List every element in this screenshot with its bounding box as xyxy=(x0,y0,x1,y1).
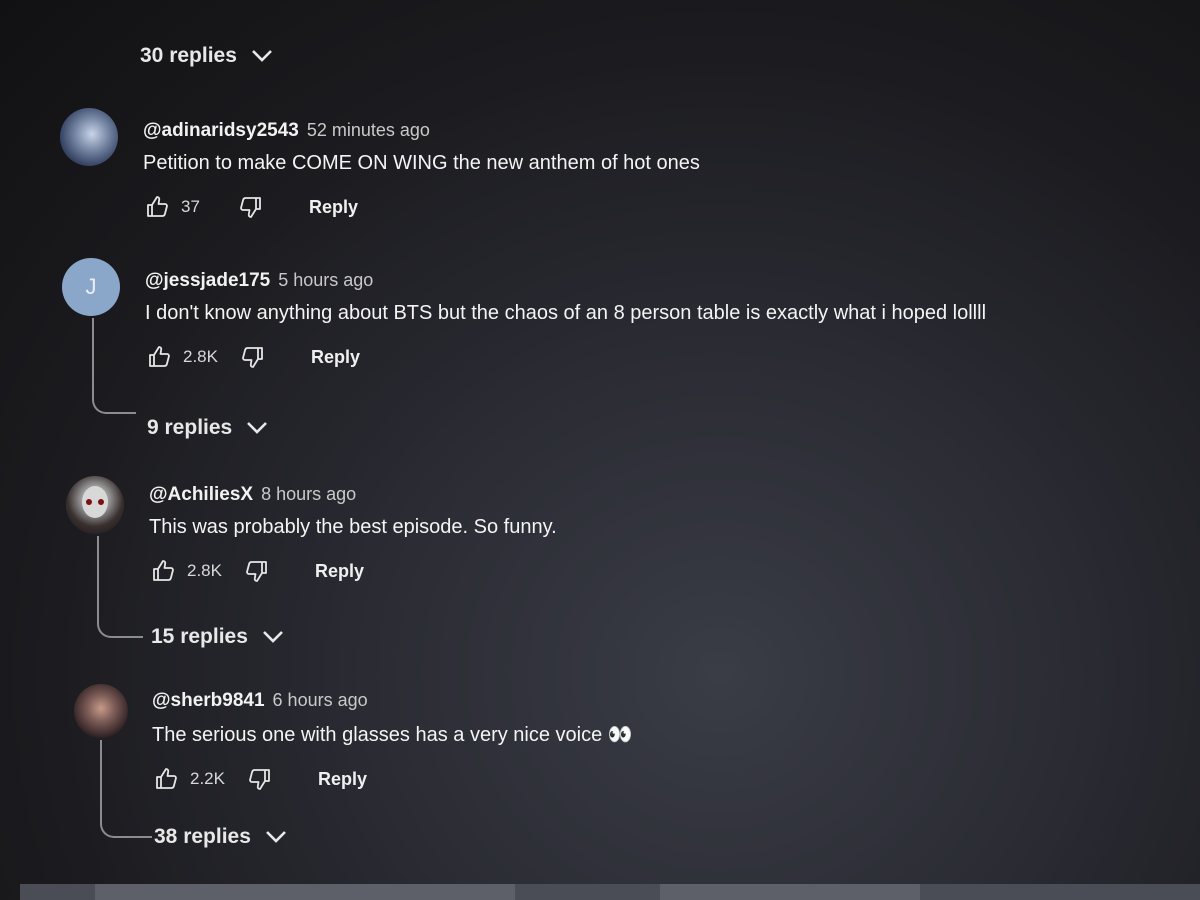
thumbs-down-icon[interactable] xyxy=(239,195,263,219)
thread-line xyxy=(92,318,136,414)
comment: @AchiliesX 8 hours ago This was probably… xyxy=(149,484,557,583)
replies-count: 15 replies xyxy=(151,625,248,648)
avatar-image xyxy=(82,486,108,518)
comment-timestamp[interactable]: 6 hours ago xyxy=(273,690,368,711)
taskbar-item[interactable] xyxy=(660,884,920,900)
comment-author[interactable]: @AchiliesX xyxy=(149,484,253,506)
comment: @adinaridsy2543 52 minutes ago Petition … xyxy=(143,120,700,219)
replies-count: 38 replies xyxy=(154,825,251,848)
thumbs-up-icon[interactable] xyxy=(145,195,169,219)
chevron-down-icon xyxy=(247,422,268,434)
comment-text: The serious one with glasses has a very … xyxy=(152,724,633,746)
comment-timestamp[interactable]: 5 hours ago xyxy=(278,270,373,291)
replies-toggle[interactable]: 30 replies xyxy=(140,44,273,68)
comment-author[interactable]: @adinaridsy2543 xyxy=(143,120,299,142)
comment-text: I don't know anything about BTS but the … xyxy=(145,302,987,324)
replies-count: 9 replies xyxy=(147,416,233,439)
chevron-down-icon xyxy=(251,50,272,62)
thumbs-down-icon[interactable] xyxy=(245,559,269,583)
replies-count: 30 replies xyxy=(140,44,237,67)
comment-author[interactable]: @jessjade175 xyxy=(145,270,270,292)
comment: @sherb9841 6 hours ago The serious one w… xyxy=(152,690,633,791)
avatar[interactable] xyxy=(74,684,128,738)
thumbs-up-icon[interactable] xyxy=(147,345,171,369)
chevron-down-icon xyxy=(262,631,283,643)
avatar[interactable] xyxy=(66,476,124,534)
taskbar xyxy=(20,884,1200,900)
avatar[interactable] xyxy=(60,108,118,166)
replies-toggle[interactable]: 38 replies xyxy=(154,825,287,849)
reply-button[interactable]: Reply xyxy=(318,769,367,790)
thumbs-down-icon[interactable] xyxy=(241,345,265,369)
thumbs-up-icon[interactable] xyxy=(151,559,175,583)
comment-text: Petition to make COME ON WING the new an… xyxy=(143,152,700,174)
avatar[interactable]: J xyxy=(62,258,120,316)
thumbs-down-icon[interactable] xyxy=(248,767,272,791)
reply-button[interactable]: Reply xyxy=(311,347,360,368)
thread-line xyxy=(100,740,152,838)
comment-timestamp[interactable]: 8 hours ago xyxy=(261,484,356,505)
comment-timestamp[interactable]: 52 minutes ago xyxy=(307,120,430,141)
thread-line xyxy=(97,536,143,638)
avatar-letter: J xyxy=(85,274,97,299)
thumbs-up-icon[interactable] xyxy=(154,767,178,791)
reply-button[interactable]: Reply xyxy=(309,197,358,218)
chevron-down-icon xyxy=(265,831,286,843)
comment-text: This was probably the best episode. So f… xyxy=(149,516,557,538)
like-count: 2.8K xyxy=(183,347,218,366)
replies-toggle[interactable]: 15 replies xyxy=(151,625,284,649)
replies-toggle[interactable]: 9 replies xyxy=(147,416,268,440)
like-count: 37 xyxy=(181,197,200,216)
like-count: 2.8K xyxy=(187,561,222,580)
taskbar-item[interactable] xyxy=(95,884,515,900)
reply-button[interactable]: Reply xyxy=(315,561,364,582)
comment-author[interactable]: @sherb9841 xyxy=(152,690,265,712)
like-count: 2.2K xyxy=(190,769,225,788)
comment: @jessjade175 5 hours ago I don't know an… xyxy=(145,270,986,369)
